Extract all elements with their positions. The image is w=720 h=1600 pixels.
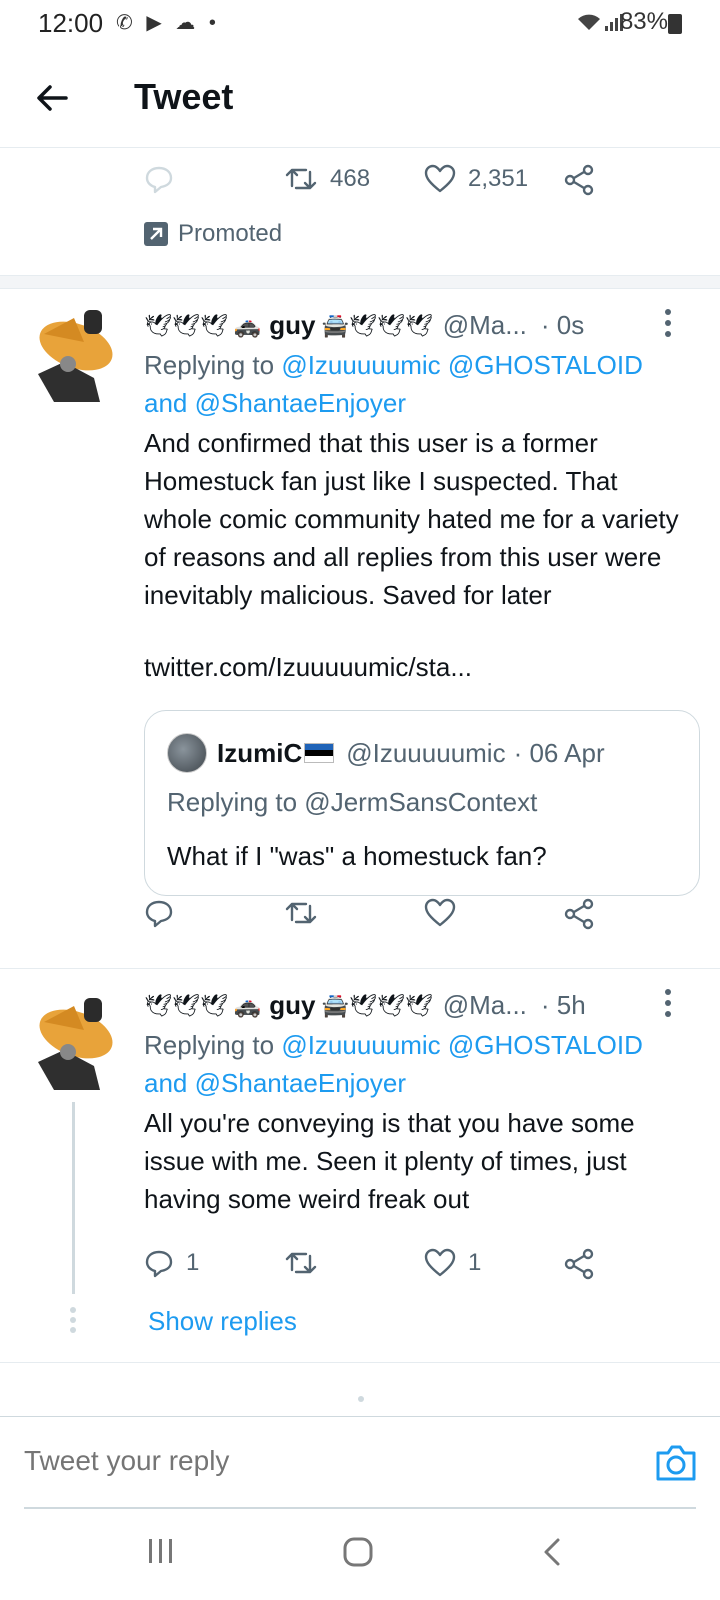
tweet-text: All you're conveying is that you have so…: [144, 1108, 635, 1214]
tweet-author-row: 🕊🕊🕊 🚓 guy 🚔🕊🕊🕊 @Ma... · 0s: [144, 310, 584, 341]
name-emojis-before: 🕊🕊🕊 🚓: [144, 992, 262, 1018]
replying-to-prefix: Replying to: [144, 350, 275, 380]
recent-apps-icon[interactable]: [146, 1536, 176, 1571]
heart-icon: [424, 1248, 456, 1277]
quoted-author-row: IzumiC @Izuuuuumic · 06 Apr: [167, 733, 605, 773]
status-bar: 12:00 ✆ ▶ ☁ • 83%: [0, 0, 720, 46]
missed-call-icon: ✆: [116, 12, 137, 34]
tweet-time: · 0s: [540, 310, 585, 340]
name-emojis-after: 🚔🕊🕊🕊: [321, 312, 433, 338]
back-nav-icon[interactable]: [540, 1536, 564, 1573]
notification-icons: ✆ ▶ ☁ •: [116, 10, 220, 35]
thread-dots-icon: [69, 1306, 77, 1334]
mention-link[interactable]: @Izuuuuumic: [281, 350, 440, 380]
replying-to: Replying to @Izuuuuumic @GHOSTALOID and …: [144, 1026, 684, 1102]
quoted-time: · 06 Apr: [513, 737, 605, 768]
tweet-2[interactable]: 🕊🕊🕊 🚓 guy 🚔🕊🕊🕊 @Ma... · 5h Replying to @…: [0, 970, 720, 1360]
like-count: 1: [468, 1249, 482, 1276]
reply-button[interactable]: 1: [144, 1248, 199, 1278]
promoted-arrow-icon: [144, 222, 168, 246]
author-name[interactable]: guy: [269, 990, 315, 1021]
divider: [0, 1362, 720, 1363]
tweet-2-actions: 1 1: [144, 1248, 604, 1282]
retweet-icon: [285, 168, 317, 190]
reply-icon[interactable]: [144, 898, 174, 928]
tweet-time: · 5h: [540, 990, 586, 1020]
page-title: Tweet: [134, 76, 234, 117]
name-emojis-before: 🕊🕊🕊 🚓: [144, 312, 262, 338]
loading-dot: [358, 1396, 364, 1402]
more-options-icon[interactable]: [664, 308, 672, 338]
estonia-flag-icon: [304, 743, 335, 763]
back-arrow-icon[interactable]: [30, 76, 74, 120]
youtube-icon: ▶: [146, 12, 166, 34]
author-name[interactable]: guy: [269, 310, 315, 341]
battery-percent: 83%: [619, 8, 668, 35]
quoted-replying-to: Replying to @JermSansContext: [167, 787, 538, 817]
like-count: 2,351: [468, 165, 529, 192]
quoted-handle: @Izuuuuumic: [346, 737, 506, 768]
status-time: 12:00: [38, 8, 104, 38]
like-button[interactable]: 1: [424, 1248, 481, 1278]
avatar[interactable]: [24, 992, 122, 1094]
promoted-badge: Promoted: [144, 220, 282, 248]
show-replies-link[interactable]: Show replies: [148, 1306, 297, 1337]
more-options-icon[interactable]: [664, 988, 672, 1018]
retweet-count: 468: [330, 165, 371, 192]
reply-input[interactable]: [24, 1445, 385, 1477]
mention-link[interactable]: @GHOSTALOID: [448, 350, 643, 380]
heart-icon[interactable]: [424, 898, 456, 928]
tweet-text: And confirmed that this user is a former…: [144, 428, 679, 610]
avatar[interactable]: [24, 304, 122, 406]
replying-to: Replying to @Izuuuuumic @GHOSTALOID and …: [144, 346, 684, 422]
replying-to-prefix: Replying to: [144, 1030, 275, 1060]
top-app-bar: Tweet: [0, 48, 720, 148]
heart-icon: [424, 164, 456, 193]
quoted-text: What if I "was" a homestuck fan?: [167, 841, 547, 871]
like-button[interactable]: 2,351: [424, 164, 528, 194]
mention-and[interactable]: and: [144, 1068, 187, 1098]
retweet-icon[interactable]: [284, 898, 318, 928]
name-emojis-after: 🚔🕊🕊🕊: [321, 992, 433, 1018]
camera-icon[interactable]: [654, 1443, 698, 1483]
home-icon[interactable]: [342, 1536, 374, 1573]
mention-link[interactable]: @GHOSTALOID: [448, 1030, 643, 1060]
quoted-avatar: [167, 733, 207, 773]
promoted-label: Promoted: [178, 220, 283, 247]
dot-icon: •: [208, 12, 220, 34]
mention-link[interactable]: @ShantaeEnjoyer: [195, 1068, 406, 1098]
author-handle[interactable]: @Ma...: [443, 310, 527, 341]
reply-count: 1: [186, 1249, 200, 1276]
share-icon[interactable]: [564, 898, 596, 930]
reply-underline: [24, 1507, 696, 1509]
retweet-icon[interactable]: [284, 1248, 318, 1278]
reply-composer: [0, 1416, 720, 1512]
system-nav-bar: [0, 1512, 720, 1600]
thread-line: [72, 1102, 75, 1294]
battery-icon: [668, 14, 682, 34]
cloud-icon: ☁: [175, 12, 200, 34]
retweet-button[interactable]: 468: [284, 164, 370, 194]
divider: [0, 968, 720, 969]
wifi-icon: [576, 12, 602, 37]
mention-link[interactable]: @ShantaeEnjoyer: [195, 388, 406, 418]
quoted-tweet-card[interactable]: IzumiC @Izuuuuumic · 06 Apr Replying to …: [144, 710, 700, 896]
tweet-author-row: 🕊🕊🕊 🚓 guy 🚔🕊🕊🕊 @Ma... · 5h: [144, 990, 586, 1021]
author-handle[interactable]: @Ma...: [443, 990, 527, 1021]
promoted-tweet-actions: 468 2,351: [144, 164, 604, 198]
quoted-author-name: IzumiC: [217, 737, 303, 768]
tweet-1-actions: [144, 898, 604, 932]
share-icon[interactable]: [564, 1248, 596, 1280]
section-separator: [0, 275, 720, 289]
tweet-link[interactable]: twitter.com/Izuuuuumic/sta...: [144, 648, 684, 686]
share-icon[interactable]: [564, 164, 596, 196]
mention-link[interactable]: @Izuuuuumic: [281, 1030, 440, 1060]
mention-and[interactable]: and: [144, 388, 187, 418]
reply-icon[interactable]: [144, 164, 174, 194]
reply-icon: [145, 1250, 173, 1278]
